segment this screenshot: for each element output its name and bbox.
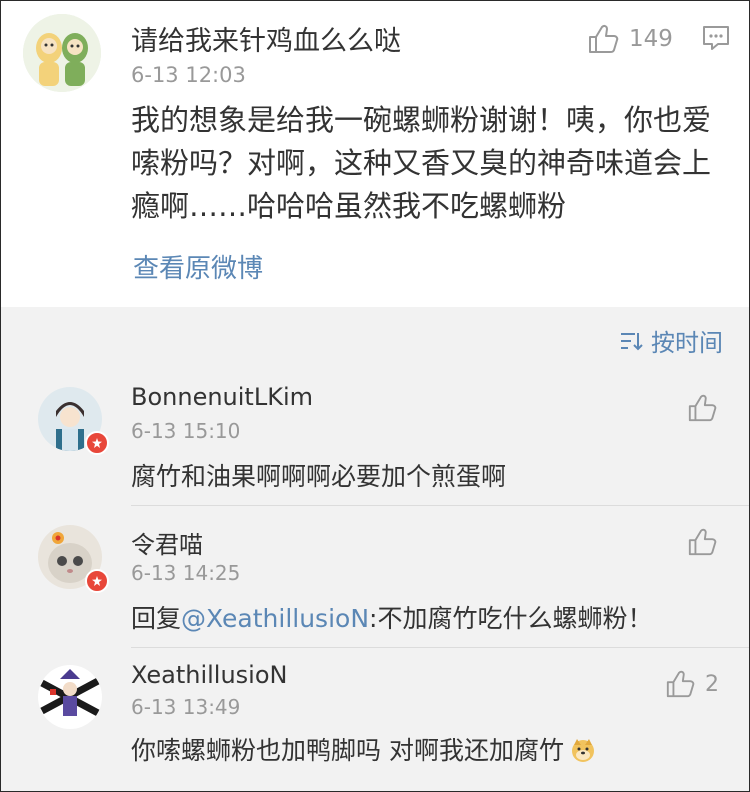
avatar[interactable] xyxy=(23,14,101,92)
post-comment-button[interactable] xyxy=(701,23,731,53)
post-body-text: 我的想象是给我一碗螺蛳粉谢谢！咦，你也爱嗦粉吗？对啊，这种又香又臭的神奇味道会上… xyxy=(131,103,712,223)
comment-username[interactable]: XeathillusioN xyxy=(131,661,287,689)
comment-like-count: 2 xyxy=(705,671,719,697)
comment-icon xyxy=(703,26,729,50)
verified-badge-icon xyxy=(85,431,109,455)
thumbs-up-icon xyxy=(666,670,695,698)
view-original-link[interactable]: 查看原微博 xyxy=(133,248,263,285)
comment-item: XeathillusioN 6-13 13:49 你嗦螺蛳粉也加鸭脚吗 对啊我还… xyxy=(1,659,749,789)
avatar-image xyxy=(23,14,101,92)
thumbs-up-icon xyxy=(688,528,717,556)
comment-item: 令君喵 6-13 14:25 回复@XeathillusioN:不加腐竹吃什么螺… xyxy=(1,525,749,647)
comment-like-button[interactable]: 2 xyxy=(665,669,719,699)
avatar-image xyxy=(38,665,102,729)
thumbs-up-icon xyxy=(688,394,717,422)
sort-icon xyxy=(621,332,643,350)
comment-text: 回复@XeathillusioN:不加腐竹吃什么螺蛳粉！ xyxy=(131,599,652,635)
comment-item: BonnenuitLKim 6-13 15:10 腐竹和油果啊啊啊必要加个煎蛋啊 xyxy=(1,383,749,505)
divider xyxy=(131,647,749,648)
sort-by-time-button[interactable]: 按时间 xyxy=(619,323,723,358)
post-like-button[interactable]: 149 xyxy=(587,21,673,57)
comment-like-button[interactable] xyxy=(687,527,717,557)
divider xyxy=(131,505,749,506)
comment-text-content: 你嗦螺蛳粉也加鸭脚吗 对啊我还加腐竹 xyxy=(131,736,564,765)
main-post: 请给我来针鸡血么么哒 6-13 12:03 149 我的想象是给我一碗螺蛳粉谢谢… xyxy=(1,1,749,307)
doge-emoji-icon xyxy=(571,739,594,762)
post-username[interactable]: 请给我来针鸡血么么哒 xyxy=(131,19,401,58)
mention-link[interactable]: @XeathillusioN xyxy=(181,604,369,633)
comment-username[interactable]: BonnenuitLKim xyxy=(131,383,313,411)
comment-timestamp: 6-13 15:10 xyxy=(131,419,241,443)
avatar[interactable] xyxy=(38,665,102,729)
reply-content: :不加腐竹吃什么螺蛳粉！ xyxy=(369,604,653,633)
comment-username[interactable]: 令君喵 xyxy=(131,525,203,560)
post-like-count: 149 xyxy=(629,26,673,52)
sort-label: 按时间 xyxy=(651,329,723,357)
thumbs-up-icon xyxy=(589,24,619,53)
comment-like-button[interactable] xyxy=(687,393,717,423)
comment-timestamp: 6-13 13:49 xyxy=(131,695,241,719)
comment-timestamp: 6-13 14:25 xyxy=(131,561,241,585)
reply-prefix: 回复 xyxy=(131,604,182,633)
verified-badge-icon xyxy=(85,569,109,593)
comment-text: 腐竹和油果啊啊啊必要加个煎蛋啊 xyxy=(131,462,507,491)
weibo-comment-view: 请给我来针鸡血么么哒 6-13 12:03 149 我的想象是给我一碗螺蛳粉谢谢… xyxy=(0,0,750,792)
comment-text: 你嗦螺蛳粉也加鸭脚吗 对啊我还加腐竹 xyxy=(131,731,596,767)
post-timestamp: 6-13 12:03 xyxy=(131,63,246,87)
